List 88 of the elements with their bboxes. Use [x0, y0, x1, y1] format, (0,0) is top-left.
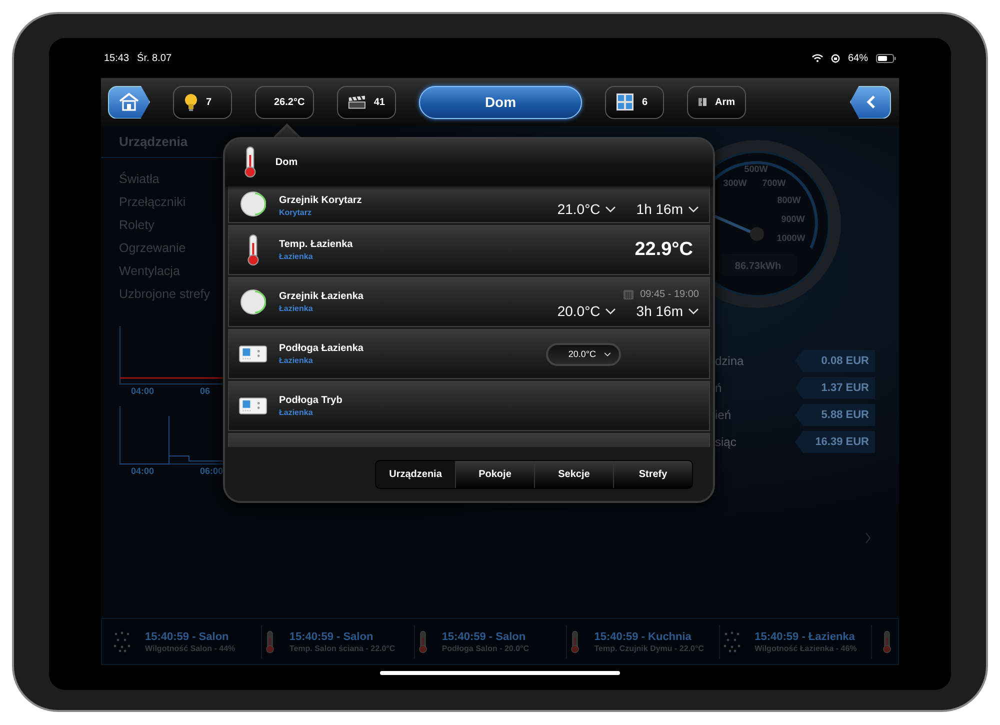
- humidity-drops-icon: [113, 630, 131, 652]
- device-room: Korytarz: [279, 208, 312, 217]
- arm-button[interactable]: Arm: [687, 86, 746, 118]
- cost-value: 0.08 EUR: [795, 350, 875, 372]
- axis-label: 04:00: [131, 386, 154, 396]
- cost-value: 5.88 EUR: [795, 404, 875, 426]
- duration-dropdown[interactable]: 1h 16m: [636, 201, 699, 217]
- view-tab[interactable]: Pokoje: [455, 460, 534, 488]
- battery-icon: [876, 54, 896, 62]
- device-row[interactable]: Grzejnik Korytarz Korytarz 21.0°C 1h 16m: [228, 185, 710, 223]
- event-text: Temp. Czujnik Dymu - 22.0°C: [594, 644, 704, 652]
- device-row[interactable]: Podłoga Łazienka Łazienka 20.0°C: [228, 329, 710, 379]
- status-time: 15:43: [104, 52, 130, 64]
- event-text: Temp. Salon ściana - 22.0°C: [289, 644, 396, 652]
- device-row[interactable]: Temp. Łazienka Łazienka 22.9°C: [228, 225, 710, 275]
- axis-label: 06:00: [200, 466, 224, 476]
- chevron-down-icon: [605, 206, 616, 212]
- event-text: Podłoga Salon - 20.0°C: [442, 644, 530, 652]
- axis-label: 06: [200, 386, 210, 396]
- event-time: 15:40:59 - Łazienka: [754, 630, 856, 642]
- event-time: 15:40:59 - Salon: [145, 630, 230, 642]
- device-name: Podłoga Tryb: [279, 395, 344, 406]
- humidity-drops-icon: [722, 630, 741, 652]
- status-date: Śr. 8.07: [137, 52, 172, 64]
- schedule-time: 09:45 - 19:00: [640, 289, 699, 300]
- thermostat-knob-icon: [240, 289, 266, 315]
- device-name: Podłoga Łazienka: [279, 343, 364, 354]
- cost-period: ień: [715, 408, 732, 422]
- battery-percent: 64%: [848, 52, 868, 64]
- thermometer-icon: [243, 146, 258, 178]
- temperature-dropdown[interactable]: 20.0°C: [546, 342, 621, 366]
- device-row[interactable]: Podłoga Tryb Łazienka: [228, 381, 710, 431]
- temperature-reading: 22.9°C: [634, 239, 694, 261]
- house-icon: [118, 92, 140, 112]
- event-text: Wilgotność Łazienka - 46%: [754, 644, 857, 652]
- thermometer-icon: [246, 234, 260, 266]
- device-room: Łazienka: [279, 304, 314, 313]
- cost-value: 16.39 EUR: [795, 431, 875, 453]
- chevron-down-icon: [604, 352, 611, 356]
- cost-value: 1.37 EUR: [795, 377, 875, 399]
- device-room: Łazienka: [279, 356, 314, 365]
- event-time: 15:40:59 - Kuchnia: [594, 630, 692, 642]
- back-button[interactable]: [850, 86, 891, 118]
- chevron-down-icon: [605, 308, 616, 314]
- view-tab[interactable]: Strefy: [613, 460, 692, 488]
- thermometer-icon: [265, 628, 276, 654]
- device-room: Łazienka: [279, 252, 314, 261]
- lock-rotation-icon: [830, 54, 840, 62]
- thermostat-knob-icon: [240, 191, 266, 217]
- event-time: 15:40:59 - Salon: [289, 630, 374, 642]
- thermometer-button[interactable]: 26.2°C: [255, 86, 314, 118]
- temperature-dropdown[interactable]: 21.0°C: [557, 201, 616, 217]
- duration-dropdown[interactable]: 3h 16m: [636, 303, 699, 319]
- cost-period: siąc: [715, 435, 736, 449]
- thermostat-panel-icon: [239, 397, 267, 415]
- chevron-down-icon: [688, 206, 699, 212]
- thermometer-icon: [882, 628, 892, 654]
- chevron-right-icon[interactable]: [865, 532, 871, 544]
- window-button[interactable]: 6: [605, 86, 664, 118]
- window-icon: [616, 93, 634, 111]
- location-button[interactable]: Dom: [419, 86, 582, 118]
- device-name: Grzejnik Łazienka: [279, 291, 364, 302]
- view-tab[interactable]: Sekcje: [534, 460, 613, 488]
- thermometer-icon: [418, 628, 428, 654]
- device-name: Grzejnik Korytarz: [279, 195, 363, 206]
- chevron-left-icon: [866, 95, 876, 109]
- home-indicator[interactable]: [380, 671, 620, 675]
- calendar-icon: [623, 289, 634, 300]
- light-bulb-icon: [184, 93, 198, 111]
- temperature-dropdown[interactable]: 20.0°C: [557, 303, 616, 319]
- device-row[interactable]: Grzejnik Łazienka Łazienka 09:45 - 19:00 20.0°C 3h 16m: [228, 277, 710, 327]
- popover-title: Dom: [275, 156, 298, 168]
- axis-label: 04:00: [131, 466, 154, 476]
- clapperboard-icon: [348, 94, 366, 110]
- device-room: Łazienka: [279, 408, 314, 417]
- clapper-button[interactable]: 41: [337, 86, 396, 118]
- thermostat-panel-icon: [239, 345, 267, 363]
- event-time: 15:40:59 - Salon: [442, 630, 527, 642]
- home-logo-button[interactable]: [108, 86, 150, 118]
- device-name: Temp. Łazienka: [279, 239, 354, 250]
- bulb-button[interactable]: 7: [173, 86, 232, 118]
- view-tab[interactable]: Urządzenia: [376, 460, 455, 488]
- cost-period: ń: [715, 381, 722, 395]
- chevron-down-icon: [688, 308, 699, 314]
- wifi-icon: [812, 54, 823, 62]
- cost-period: dzina: [715, 354, 744, 368]
- thermometer-icon: [570, 628, 580, 654]
- event-text: Wilgotność Salon - 44%: [145, 644, 236, 652]
